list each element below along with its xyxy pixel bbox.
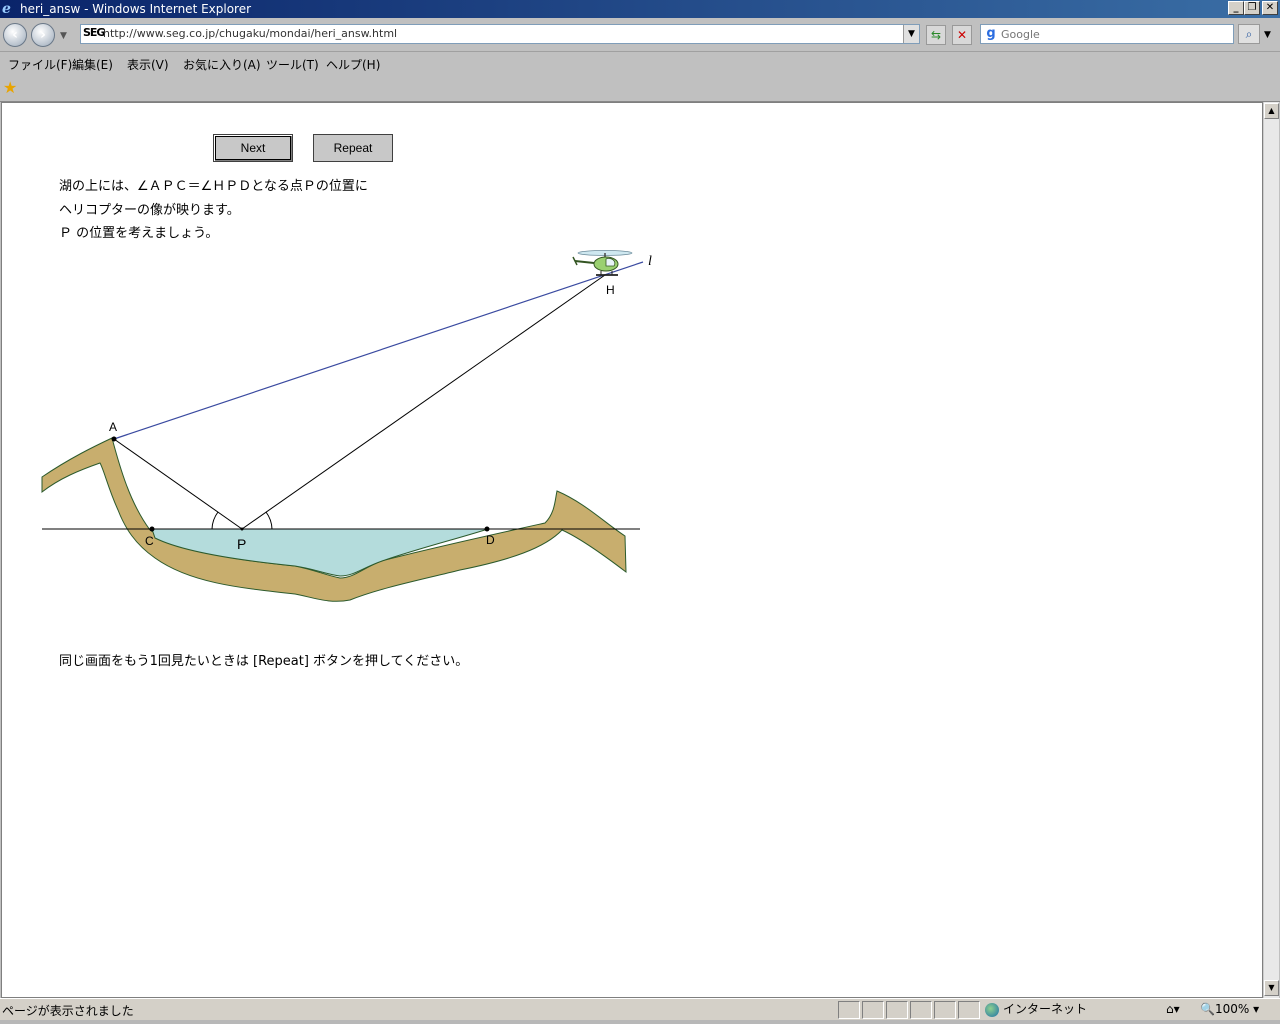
- helicopter-icon: [572, 250, 633, 276]
- angle-arc-apc: [211, 511, 219, 530]
- minimize-button[interactable]: _: [1228, 1, 1244, 15]
- status-bar: ページが表示されました インターネット ⌂▾ 🔍100% ▾: [0, 998, 1280, 1020]
- terrain-shape: [41, 437, 627, 602]
- ie-logo-icon: e: [2, 1, 11, 17]
- label-d: D: [486, 533, 495, 547]
- status-text: ページが表示されました: [2, 1004, 134, 1018]
- repeat-button[interactable]: Repeat: [313, 134, 393, 162]
- menu-view[interactable]: 表示(V): [127, 56, 169, 73]
- favorites-star-icon[interactable]: ★: [3, 78, 17, 97]
- address-url[interactable]: http://www.seg.co.jp/chugaku/mondai/heri…: [103, 27, 397, 40]
- status-cell: [838, 1001, 860, 1019]
- search-box[interactable]: g: [980, 24, 1234, 44]
- scroll-up-icon[interactable]: ▲: [1264, 103, 1279, 119]
- menu-edit[interactable]: 編集(E): [72, 56, 113, 73]
- globe-icon: [985, 1002, 999, 1017]
- zoom-value: 100%: [1214, 1002, 1250, 1016]
- page-content: Next Repeat 湖の上には、∠ＡＰＣ＝∠ＨＰＤとなる点Ｐの位置に ヘリコ…: [1, 102, 1263, 998]
- stop-icon[interactable]: ✕: [952, 25, 972, 45]
- line-l: [113, 261, 644, 440]
- label-c: C: [145, 534, 154, 548]
- search-input[interactable]: [1001, 26, 1231, 42]
- menu-file[interactable]: ファイル(F): [8, 56, 72, 73]
- navigation-bar: ‹ › ▼ SEG http://www.seg.co.jp/chugaku/m…: [0, 18, 1280, 52]
- angle-arc-hpd: [265, 511, 273, 530]
- window-title: heri_answ - Windows Internet Explorer: [20, 2, 252, 16]
- point-a: [111, 436, 117, 442]
- label-p: P: [237, 536, 246, 552]
- point-c: [149, 526, 155, 532]
- status-cell: [934, 1001, 956, 1019]
- restore-button[interactable]: ❐: [1244, 1, 1260, 15]
- next-button[interactable]: Next: [213, 134, 293, 162]
- label-a: A: [109, 420, 117, 434]
- label-h: H: [606, 283, 615, 297]
- status-cell: [910, 1001, 932, 1019]
- intro-line-3: Ｐ の位置を考えましょう。: [59, 226, 219, 241]
- point-p: [240, 527, 244, 531]
- back-button[interactable]: ‹: [3, 23, 27, 47]
- forward-button[interactable]: ›: [31, 23, 55, 47]
- footer-text: 同じ画面をもう1回見たいときは [Repeat] ボタンを押してください。: [59, 654, 469, 669]
- scroll-down-icon[interactable]: ▼: [1264, 980, 1279, 996]
- search-icon[interactable]: ⌕: [1238, 24, 1260, 44]
- refresh-icon[interactable]: ⇆: [926, 25, 946, 45]
- close-window-button[interactable]: ✕: [1262, 1, 1278, 15]
- menu-help[interactable]: ヘルプ(H): [326, 56, 380, 73]
- favorites-bar: ★: [0, 74, 1280, 102]
- protected-mode-icon[interactable]: ⌂▾: [1166, 1002, 1180, 1016]
- title-bar: e heri_answ - Windows Internet Explorer …: [0, 0, 1280, 18]
- label-l: l: [648, 254, 652, 269]
- site-favicon: SEG: [83, 26, 105, 39]
- vertical-scrollbar[interactable]: ▲ ▼: [1263, 102, 1279, 998]
- address-bar[interactable]: SEG http://www.seg.co.jp/chugaku/mondai/…: [80, 24, 920, 44]
- google-icon: g: [986, 26, 996, 41]
- intro-line-2: ヘリコプターの像が映ります。: [59, 203, 240, 218]
- history-dropdown-icon[interactable]: ▼: [60, 31, 67, 41]
- security-zone: インターネット: [985, 1001, 1157, 1019]
- status-cell: [886, 1001, 908, 1019]
- menu-favorites[interactable]: お気に入り(A): [183, 56, 261, 73]
- zone-label: インターネット: [1003, 1002, 1088, 1016]
- window-bottom-edge: [0, 1020, 1280, 1024]
- segment-ph: [241, 274, 606, 530]
- menu-tools[interactable]: ツール(T): [266, 56, 319, 73]
- lake-diagram: A C P D H l: [41, 250, 652, 602]
- status-cell: [958, 1001, 980, 1019]
- point-d: [484, 526, 490, 532]
- intro-line-1: 湖の上には、∠ＡＰＣ＝∠ＨＰＤとなる点Ｐの位置に: [59, 179, 368, 194]
- zoom-level[interactable]: 🔍100% ▾: [1200, 1002, 1259, 1016]
- status-cell: [862, 1001, 884, 1019]
- address-dropdown-icon[interactable]: ▼: [903, 25, 919, 43]
- search-options-icon[interactable]: ▼: [1264, 30, 1271, 40]
- menu-bar: ファイル(F) 編集(E) 表示(V) お気に入り(A) ツール(T) ヘルプ(…: [0, 52, 1280, 74]
